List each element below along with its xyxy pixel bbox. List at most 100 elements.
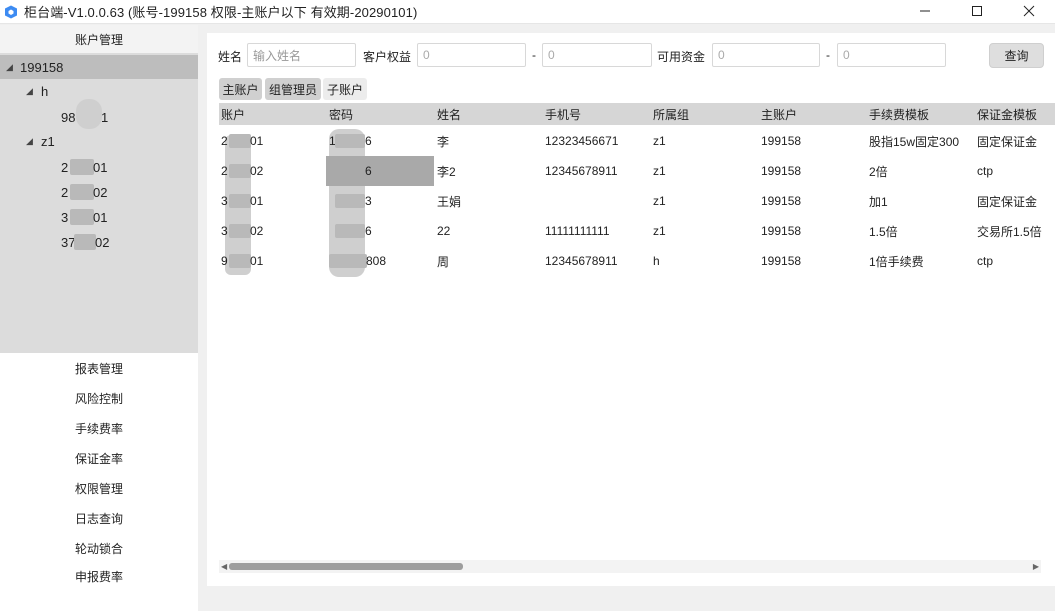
filter-bar: 姓名 输入姓名 客户权益 0 - 0 可用资金 0 - 0 查询 [207, 43, 1055, 69]
column-header-password[interactable]: 密码 [329, 103, 353, 125]
tree-label: h [41, 83, 49, 99]
tree-label: 3 [61, 209, 69, 225]
cell-group: z1 [653, 224, 666, 238]
tab-sub-account[interactable]: 子账户 [323, 78, 367, 100]
table-row[interactable]: 2 01 1 6 李 12323456671 z1 199158 股指15w固定… [219, 126, 1055, 156]
menu-item-permissions[interactable]: 权限管理 [0, 473, 198, 503]
cell-group: h [653, 254, 660, 268]
cell-master: 199158 [761, 164, 802, 178]
cell-master: 199158 [761, 134, 802, 148]
cell-fee-template: 1.5倍 [869, 224, 898, 239]
query-button[interactable]: 查询 [989, 43, 1044, 68]
cell-account: 01 [250, 254, 264, 268]
column-header-account[interactable]: 账户 [221, 103, 245, 125]
funds-min-input[interactable]: 0 [712, 43, 820, 67]
cell-password: 808 [366, 254, 387, 268]
table-row[interactable]: 3 01 3 王娟 z1 199158 加1 固定保证金 [219, 186, 1055, 216]
funds-max-input[interactable]: 0 [837, 43, 946, 67]
app-icon [5, 5, 17, 18]
password-cell-selected[interactable] [326, 156, 434, 186]
menu-item-risk-control[interactable]: 风险控制 [0, 383, 198, 413]
close-button[interactable] [1003, 0, 1055, 22]
table-row[interactable]: 2 02 6 李2 12345678911 z1 199158 2倍 ctp [219, 156, 1055, 186]
cell-name: 李 [437, 134, 450, 149]
cell-phone: 12345678911 [545, 254, 618, 268]
menu-item-margin-rate[interactable]: 保证金率 [0, 443, 198, 473]
scroll-right-icon[interactable]: ▶ [1033, 560, 1039, 573]
funds-label: 可用资金 [657, 50, 706, 64]
equity-min-input[interactable]: 0 [417, 43, 526, 67]
cell-margin-template: 固定保证金 [977, 134, 1038, 149]
cell-account: 3 [221, 194, 228, 208]
maximize-icon [972, 6, 982, 16]
close-icon [1023, 5, 1035, 17]
tree-node-z1[interactable]: ◢ z1 [0, 129, 198, 153]
cell-margin-template: 固定保证金 [977, 194, 1038, 209]
maximize-button[interactable] [951, 0, 1003, 22]
menu-item-reports[interactable]: 报表管理 [0, 353, 198, 383]
tree-label: 1 [101, 109, 109, 125]
scrollbar-thumb[interactable] [229, 563, 463, 570]
table-row[interactable]: 3 02 6 22 11111111111 z1 199158 1.5倍 交易所… [219, 216, 1055, 246]
menu-item-fee-rate[interactable]: 手续费率 [0, 413, 198, 443]
tree-node-z1-child-2[interactable]: 2 02 [0, 180, 198, 204]
cell-password: 3 [365, 194, 372, 208]
account-tree: ◢ 199158 ◢ h 98 1 ◢ z1 2 01 2 02 3 01 37… [0, 53, 198, 353]
redaction-mask [70, 159, 94, 175]
cell-account: 3 [221, 224, 228, 238]
cell-master: 199158 [761, 224, 802, 238]
scroll-left-icon[interactable]: ◀ [221, 560, 227, 573]
sidebar-header: 账户管理 [0, 25, 198, 53]
redaction-mask [329, 254, 367, 268]
menu-item-rotation-lock[interactable]: 轮动锁合 [0, 533, 198, 563]
menu-item-report-fee[interactable]: 申报费率 [0, 563, 198, 589]
column-header-phone[interactable]: 手机号 [545, 103, 581, 125]
tab-group-admin[interactable]: 组管理员 [265, 78, 321, 100]
column-header-name[interactable]: 姓名 [437, 103, 461, 125]
minimize-button[interactable] [899, 0, 951, 22]
sidebar-menu: 报表管理 风险控制 手续费率 保证金率 权限管理 日志查询 轮动锁合 申报费率 [0, 353, 198, 611]
expand-arrow-icon[interactable]: ◢ [26, 86, 33, 97]
cell-password: 6 [365, 224, 372, 238]
menu-item-log-query[interactable]: 日志查询 [0, 503, 198, 533]
equity-max-input[interactable]: 0 [542, 43, 652, 67]
cell-fee-template: 2倍 [869, 164, 888, 179]
column-header-margin-template[interactable]: 保证金模板 [977, 103, 1037, 125]
tree-node-z1-child-4[interactable]: 37 02 [0, 230, 198, 254]
tree-label: 98 [61, 109, 76, 125]
redaction-mask [229, 254, 251, 268]
cell-margin-template: ctp [977, 164, 994, 178]
expand-arrow-icon[interactable]: ◢ [26, 136, 33, 147]
tree-node-h-child[interactable]: 98 1 [0, 99, 198, 129]
cell-fee-template: 股指15w固定300 [869, 134, 960, 149]
equity-range-dash: - [532, 48, 536, 62]
redaction-mask [70, 209, 94, 225]
cell-account: 02 [250, 224, 264, 238]
tree-node-z1-child-1[interactable]: 2 01 [0, 155, 198, 179]
cell-account: 9 [221, 254, 228, 268]
main-panel: 姓名 输入姓名 客户权益 0 - 0 可用资金 0 - 0 查询 主账户 组管理… [207, 33, 1055, 586]
column-header-group[interactable]: 所属组 [653, 103, 689, 125]
cell-fee-template: 1倍手续费 [869, 254, 924, 269]
column-header-fee-template[interactable]: 手续费模板 [869, 103, 929, 125]
cell-master: 199158 [761, 194, 802, 208]
column-header-master[interactable]: 主账户 [761, 103, 797, 125]
name-input[interactable]: 输入姓名 [247, 43, 356, 67]
cell-master: 199158 [761, 254, 802, 268]
horizontal-scrollbar[interactable]: ◀ ▶ [219, 560, 1041, 573]
tree-node-z1-child-3[interactable]: 3 01 [0, 205, 198, 229]
cell-group: z1 [653, 164, 666, 178]
cell-password: 6 [365, 164, 372, 178]
cell-password: 6 [365, 134, 372, 148]
cell-name: 周 [437, 254, 450, 269]
name-label: 姓名 [218, 50, 243, 64]
title-bar: 柜台端-V1.0.0.63 (账号-199158 权限-主账户以下 有效期-20… [0, 0, 1055, 24]
expand-arrow-icon[interactable]: ◢ [6, 62, 13, 73]
tree-label: 199158 [20, 59, 64, 75]
tree-node-h[interactable]: ◢ h [0, 79, 198, 103]
funds-range-dash: - [826, 48, 830, 62]
tab-master-account[interactable]: 主账户 [219, 78, 262, 100]
tree-node-199158[interactable]: ◢ 199158 [0, 55, 198, 79]
table-row[interactable]: 9 01 808 周 12345678911 h 199158 1倍手续费 ct… [219, 246, 1055, 276]
tree-label: 02 [93, 184, 108, 200]
